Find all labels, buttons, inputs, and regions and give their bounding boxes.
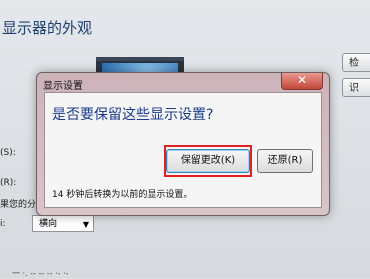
detect-button[interactable]: 检 <box>342 53 370 72</box>
display-label: (S): <box>0 148 16 158</box>
close-icon[interactable]: ✕ <box>281 73 323 90</box>
resolution-label: (R): <box>0 178 17 188</box>
display-settings-dialog: 显示设置 ✕ 是否要保留这些显示设置? 保留更改(K) 还原(R) 14 秒钟后… <box>36 72 330 216</box>
dialog-title: 显示设置 <box>43 81 83 92</box>
page-title: 显示器的外观 <box>2 19 93 37</box>
footer-text: 一 ·. -- -- -- ·- ·- <box>12 269 69 278</box>
keep-changes-button[interactable]: 保留更改(K) <box>166 149 250 173</box>
orientation-value: 横向 <box>39 219 58 229</box>
countdown-text: 14 秒钟后转换为以前的显示设置。 <box>52 190 193 200</box>
orientation-label: i: <box>0 219 6 229</box>
chevron-down-icon: ▼ <box>82 220 89 229</box>
dialog-body: 是否要保留这些显示设置? 保留更改(K) 还原(R) 14 秒钟后转换为以前的显… <box>44 92 322 208</box>
dialog-message: 是否要保留这些显示设置? <box>52 107 214 123</box>
revert-button[interactable]: 还原(R) <box>257 149 313 173</box>
hint-text: 果您的分 <box>0 200 37 210</box>
identify-button[interactable]: 识 <box>342 78 370 97</box>
orientation-select[interactable]: 横向 ▼ <box>32 215 94 232</box>
